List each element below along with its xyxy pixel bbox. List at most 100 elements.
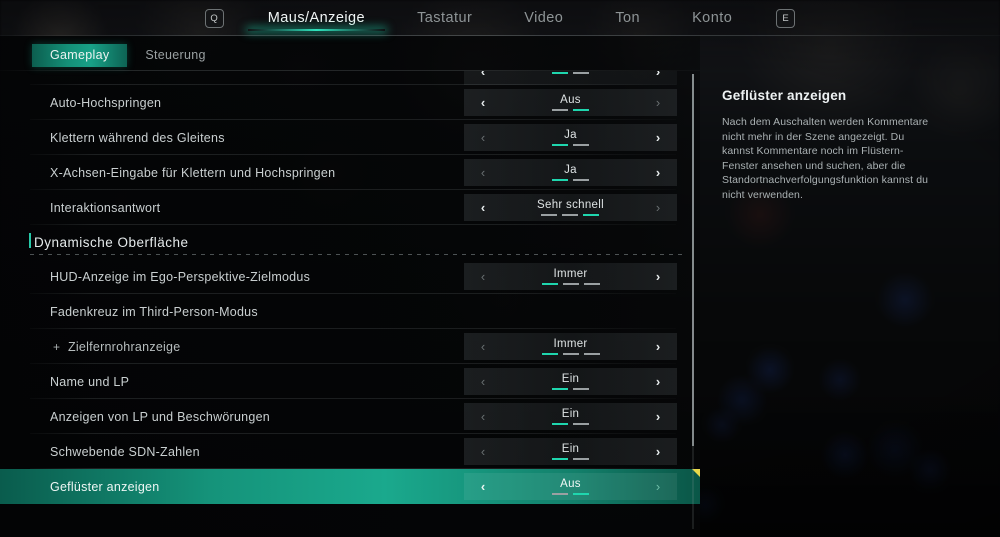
chevron-right-icon[interactable]: › (645, 263, 671, 290)
position-dot (552, 144, 568, 146)
chevron-right-icon[interactable]: › (645, 159, 671, 186)
setting-label: Auto-Hochspringen (50, 95, 162, 110)
setting-label: X-Achsen-Eingabe für Klettern und Hochsp… (50, 165, 336, 180)
chevron-left-icon[interactable]: ‹ (470, 159, 496, 186)
section-accent-bar (29, 233, 31, 248)
position-dot (541, 283, 558, 285)
chevron-right-icon[interactable]: › (645, 194, 671, 221)
setting-row[interactable]: Klettern während des Gleitens ‹ Ja › (0, 120, 700, 155)
position-indicator (541, 283, 600, 285)
sub-tab-0[interactable]: Gameplay (32, 44, 128, 67)
value-text: Aus (560, 478, 581, 490)
position-indicator (541, 353, 600, 355)
chevron-left-icon[interactable]: ‹ (470, 263, 496, 290)
nav-tab-list: Maus/Anzeige Tastatur Video Ton Konto (242, 0, 758, 36)
value-text: Immer (553, 268, 588, 280)
detail-panel: Geflüster anzeigen Nach dem Auschalten w… (722, 88, 934, 202)
position-indicator (541, 214, 600, 216)
position-indicator (552, 179, 589, 181)
setting-label: HUD-Anzeige im Ego-Perspektive-Zielmodus (50, 269, 311, 284)
chevron-right-icon[interactable]: › (645, 71, 671, 85)
value-stepper[interactable]: ‹ Ja › (464, 159, 677, 186)
setting-label: Klettern während des Gleitens (50, 130, 225, 145)
setting-row[interactable]: Fadenkreuz im Third-Person-Modus (0, 294, 700, 329)
setting-row[interactable]: X-Achsen-Eingabe für Klettern und Hochsp… (0, 155, 700, 190)
position-indicator (552, 458, 589, 460)
position-indicator (552, 423, 589, 425)
nav-tab-1[interactable]: Tastatur (391, 0, 498, 36)
chevron-right-icon[interactable]: › (645, 124, 671, 151)
value-text: Aus (560, 94, 581, 106)
chevron-left-icon[interactable]: ‹ (470, 89, 496, 116)
chevron-right-icon[interactable]: › (645, 403, 671, 430)
prev-tab-key-badge[interactable]: Q (204, 8, 224, 28)
value-display: Ein (552, 373, 589, 390)
value-stepper[interactable]: ‹ Ein › (464, 368, 677, 395)
setting-row: ‹ › (0, 71, 700, 85)
chevron-right-icon[interactable]: › (645, 473, 671, 500)
position-dot (541, 353, 558, 355)
value-stepper[interactable]: ‹ Aus › (464, 473, 677, 500)
position-dot (541, 214, 558, 216)
value-stepper[interactable]: ‹ Immer › (464, 333, 677, 360)
setting-row[interactable]: Anzeigen von LP und Beschwörungen ‹ Ein › (0, 399, 700, 434)
chevron-left-icon[interactable]: ‹ (470, 473, 496, 500)
position-dot (562, 353, 579, 355)
setting-row[interactable]: Name und LP ‹ Ein › (0, 364, 700, 399)
position-dot (583, 283, 600, 285)
nav-tab-2[interactable]: Video (498, 0, 589, 36)
setting-row[interactable]: HUD-Anzeige im Ego-Perspektive-Zielmodus… (0, 259, 700, 294)
chevron-left-icon[interactable]: ‹ (470, 438, 496, 465)
chevron-left-icon[interactable]: ‹ (470, 194, 496, 221)
section-title: Dynamische Oberfläche (34, 234, 189, 250)
chevron-left-icon[interactable]: ‹ (470, 403, 496, 430)
chevron-right-icon[interactable]: › (645, 368, 671, 395)
value-stepper[interactable]: ‹ Ja › (464, 124, 677, 151)
chevron-left-icon[interactable]: ‹ (470, 333, 496, 360)
expand-icon[interactable]: + (53, 341, 60, 353)
scrollbar-thumb[interactable] (692, 74, 694, 446)
chevron-left-icon[interactable]: ‹ (470, 124, 496, 151)
setting-row[interactable]: Auto-Hochspringen ‹ Aus › (0, 85, 700, 120)
value-stepper[interactable]: ‹ Ein › (464, 438, 677, 465)
value-stepper[interactable]: ‹ Immer › (464, 263, 677, 290)
value-display: Aus (552, 94, 589, 111)
chevron-left-icon[interactable]: ‹ (470, 368, 496, 395)
setting-row[interactable]: Schwebende SDN-Zahlen ‹ Ein › (0, 434, 700, 469)
setting-row[interactable]: + Zielfernrohranzeige ‹ Immer › (0, 329, 700, 364)
nav-tab-0[interactable]: Maus/Anzeige (242, 0, 391, 36)
nav-tab-4[interactable]: Konto (666, 0, 758, 36)
value-display: Sehr schnell (537, 199, 604, 216)
chevron-left-icon[interactable]: ‹ (470, 71, 496, 85)
position-dot (552, 388, 568, 390)
position-dot (573, 71, 589, 74)
next-tab-key-badge[interactable]: E (776, 8, 796, 28)
position-dot (573, 144, 589, 146)
chevron-right-icon[interactable]: › (645, 438, 671, 465)
position-dot (573, 423, 589, 425)
chevron-right-icon[interactable]: › (645, 333, 671, 360)
sub-tab-1[interactable]: Steuerung (127, 44, 223, 67)
position-dot (552, 493, 568, 495)
position-indicator (552, 109, 589, 111)
position-dot (573, 109, 589, 111)
value-stepper[interactable]: ‹ Ein › (464, 403, 677, 430)
settings-list: ‹ › Auto-Hochspringen ‹ Aus › Klettern während… (0, 71, 700, 537)
setting-row-selected[interactable]: Geflüster anzeigen ‹ Aus › (0, 469, 700, 504)
value-text: Sehr schnell (537, 199, 604, 211)
setting-label: Schwebende SDN-Zahlen (50, 444, 200, 459)
value-stepper[interactable]: ‹ Aus › (464, 89, 677, 116)
position-indicator (552, 71, 589, 74)
detail-title: Geflüster anzeigen (722, 88, 847, 103)
value-display: Ein (552, 443, 589, 460)
chevron-right-icon[interactable]: › (645, 89, 671, 116)
position-indicator (552, 493, 589, 495)
value-stepper[interactable]: ‹ Sehr schnell › (464, 194, 677, 221)
setting-label: Interaktionsantwort (50, 200, 161, 215)
value-stepper[interactable]: ‹ › (464, 71, 677, 85)
nav-tab-3[interactable]: Ton (589, 0, 666, 36)
value-display (552, 71, 589, 74)
setting-row[interactable]: Interaktionsantwort ‹ Sehr schnell › (0, 190, 700, 225)
setting-label: Zielfernrohranzeige (68, 339, 181, 354)
setting-label: Anzeigen von LP und Beschwörungen (50, 409, 270, 424)
